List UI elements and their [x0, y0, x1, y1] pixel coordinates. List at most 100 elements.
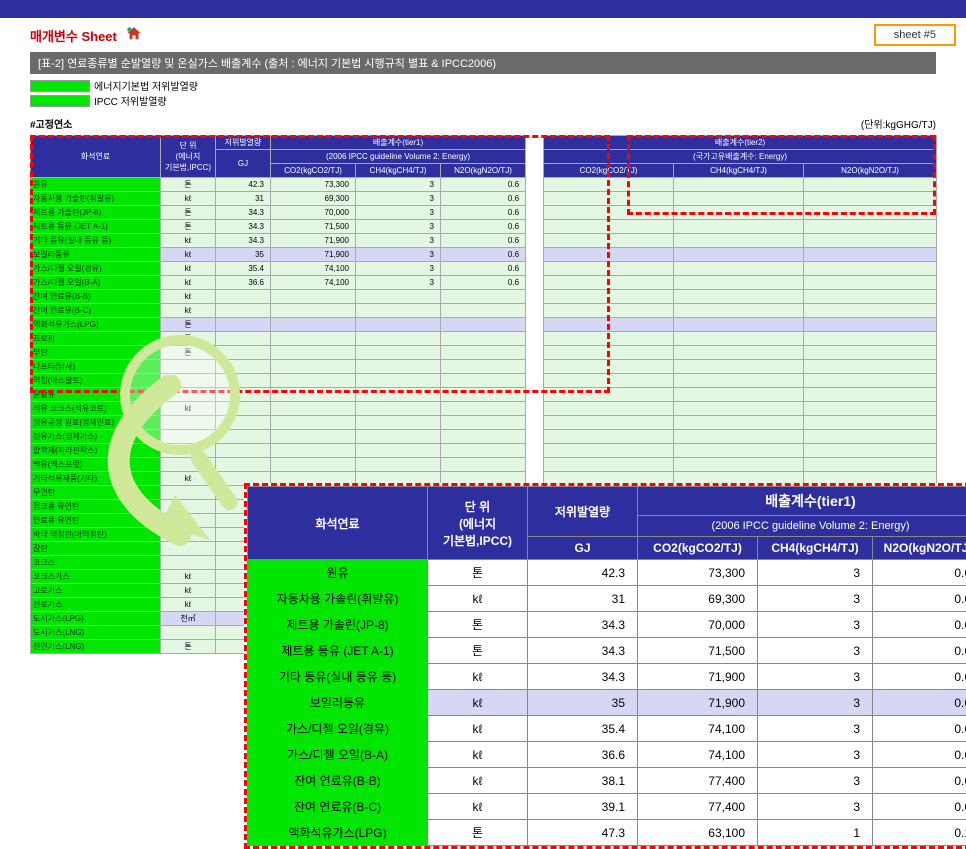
- cell-unit: kℓ: [428, 742, 528, 768]
- cell-fuel: 프로판: [31, 332, 161, 346]
- cell-ch4: 3: [356, 178, 441, 192]
- zcol-unit: 단 위 (에너지 기본법,IPCC): [428, 487, 528, 560]
- cell-fuel: 액화석유가스(LPG): [248, 820, 428, 846]
- cell-ch4: 3: [356, 206, 441, 220]
- cell-n2o: 0.1: [873, 820, 966, 846]
- ztier1-src: (2006 IPCC guideline Volume 2: Energy): [638, 516, 966, 537]
- cell-unit: kℓ: [161, 192, 216, 206]
- cell-gj: 34.3: [528, 638, 638, 664]
- cell-gj: [216, 332, 271, 346]
- cell-co2: 77,400: [638, 768, 758, 794]
- cell-unit: 톤: [428, 612, 528, 638]
- cell-n2o: 0.6: [441, 248, 526, 262]
- cell-co2: [271, 444, 356, 458]
- cell-fuel: 자동차용 가솔린(휘발유): [248, 586, 428, 612]
- cell-co2: 70,000: [638, 612, 758, 638]
- cell-ch4: 3: [758, 768, 873, 794]
- cell-co2: 71,900: [271, 248, 356, 262]
- cell-n2o-t2: [804, 444, 937, 458]
- cell-gj: 31: [528, 586, 638, 612]
- cell-n2o-t2: [804, 234, 937, 248]
- cell-gj: 34.3: [528, 612, 638, 638]
- cell-fuel: 가스/디젤 오일(B-A): [31, 276, 161, 290]
- cell-co2: 71,900: [638, 690, 758, 716]
- cell-ch4: [356, 290, 441, 304]
- cell-co2: [271, 388, 356, 402]
- tier1-src: (2006 IPCC guideline Volume 2: Energy): [271, 150, 526, 164]
- cell-n2o: [441, 360, 526, 374]
- cell-fuel: 원유: [248, 560, 428, 586]
- table-row: 제트용 등유 (JET A-1)톤34.371,50030.6: [31, 220, 937, 234]
- cell-n2o-t2: [804, 318, 937, 332]
- legend-label-2: IPCC 저위발열량: [94, 93, 167, 108]
- gap: [526, 206, 544, 220]
- cell-n2o-t2: [804, 290, 937, 304]
- cell-ch4-t2: [674, 444, 804, 458]
- cell-gj: 35.4: [528, 716, 638, 742]
- cell-ch4-t2: [674, 290, 804, 304]
- cell-co2-t2: [544, 192, 674, 206]
- zcol-gj: GJ: [528, 537, 638, 560]
- cell-co2: [271, 332, 356, 346]
- cell-co2-t2: [544, 374, 674, 388]
- sheet-number-button[interactable]: sheet #5: [874, 24, 956, 46]
- cell-fuel: 코크스가스: [31, 570, 161, 584]
- cell-gj: 35: [528, 690, 638, 716]
- cell-n2o-t2: [804, 360, 937, 374]
- table-row: 기타 등유(실내 등유 등)kℓ34.371,90030.6: [31, 234, 937, 248]
- cell-co2-t2: [544, 234, 674, 248]
- cell-ch4: 3: [356, 234, 441, 248]
- cell-co2: 74,100: [638, 742, 758, 768]
- cell-n2o: [441, 304, 526, 318]
- gap: [526, 234, 544, 248]
- gap: [526, 290, 544, 304]
- gap: [526, 360, 544, 374]
- cell-ch4: [356, 346, 441, 360]
- gap: [526, 430, 544, 444]
- gap: [526, 416, 544, 430]
- table-row: 자동차용 가솔린(휘발유)kℓ3169,30030.6: [31, 192, 937, 206]
- cell-n2o-t2: [804, 458, 937, 472]
- cell-n2o-t2: [804, 178, 937, 192]
- cell-n2o: 0.6: [873, 768, 966, 794]
- cell-n2o: 0.6: [873, 794, 966, 820]
- cell-unit: kℓ: [428, 586, 528, 612]
- cell-unit: 톤: [161, 346, 216, 360]
- cell-fuel: 천연가스(LNG): [31, 640, 161, 654]
- cell-co2: 69,300: [271, 192, 356, 206]
- cell-ch4-t2: [674, 234, 804, 248]
- cell-co2-t2: [544, 346, 674, 360]
- cell-ch4: 3: [356, 262, 441, 276]
- col-co2: CO2(kgCO2/TJ): [271, 164, 356, 178]
- cell-unit: kℓ: [428, 664, 528, 690]
- cell-unit: kℓ: [428, 716, 528, 742]
- cell-ch4: 1: [758, 820, 873, 846]
- table-row: 보일러등유kℓ3571,90030.6: [31, 248, 937, 262]
- table-row: 잔여 연료유(B-B)kℓ38.177,40030.6: [248, 768, 966, 794]
- cell-fuel: 제트용 등유 (JET A-1): [248, 638, 428, 664]
- cell-n2o: [441, 318, 526, 332]
- col-unit: 단 위 (에너지 기본법,IPCC): [161, 136, 216, 178]
- cell-ch4: [356, 402, 441, 416]
- cell-ch4: [356, 318, 441, 332]
- cell-unit: 천㎥: [161, 612, 216, 626]
- cell-gj: 35.4: [216, 262, 271, 276]
- cell-fuel: 잔여 연료유(B-C): [248, 794, 428, 820]
- cell-unit: kℓ: [161, 276, 216, 290]
- legend: 에너지기본법 저위발열량 IPCC 저위발열량: [30, 78, 936, 108]
- cell-ch4: 3: [758, 742, 873, 768]
- zcol-co2: CO2(kgCO2/TJ): [638, 537, 758, 560]
- cell-co2: 71,500: [638, 638, 758, 664]
- gap: [526, 276, 544, 290]
- table-row: 제트용 가솔린(JP-8)톤34.370,00030.6: [248, 612, 966, 638]
- cell-ch4-t2: [674, 346, 804, 360]
- cell-co2-t2: [544, 444, 674, 458]
- cell-n2o-t2: [804, 402, 937, 416]
- cell-ch4: 3: [758, 638, 873, 664]
- cell-ch4: [356, 444, 441, 458]
- cell-ch4: [356, 430, 441, 444]
- cell-fuel: 자동차용 가솔린(휘발유): [31, 192, 161, 206]
- cell-n2o: 0.6: [873, 664, 966, 690]
- cell-ch4-t2: [674, 458, 804, 472]
- cell-n2o: 0.6: [873, 560, 966, 586]
